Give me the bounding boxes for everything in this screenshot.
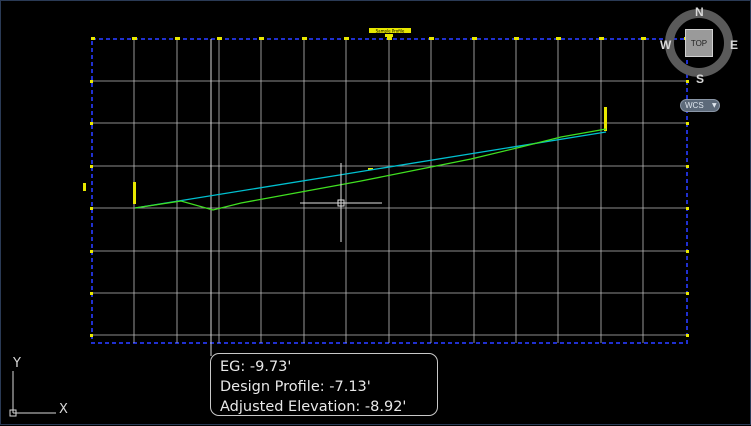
viewcube-top-face[interactable]: TOP bbox=[685, 29, 713, 57]
profile-frame bbox=[91, 38, 688, 344]
tooltip-adjusted-elevation: Adjusted Elevation: -8.92' bbox=[220, 399, 407, 415]
compass-north[interactable]: N bbox=[695, 5, 704, 19]
compass-south[interactable]: S bbox=[696, 72, 704, 86]
compass-west[interactable]: W bbox=[660, 38, 671, 52]
elevation-tooltip: EG: -9.73' Design Profile: -7.13' Adjust… bbox=[210, 353, 438, 416]
ucs-icon bbox=[9, 371, 56, 417]
side-elevation-markers bbox=[83, 80, 689, 337]
horizontal-grid-lines bbox=[92, 80, 687, 336]
ucs-y-label: Y bbox=[12, 356, 21, 371]
tooltip-design-profile: Design Profile: -7.13' bbox=[220, 379, 371, 395]
drawing-viewport[interactable]: Sample Profile Y X N S E W TOP WCS ▼ EG: bbox=[0, 0, 751, 425]
chevron-down-icon: ▼ bbox=[712, 102, 717, 109]
ucs-x-label: X bbox=[59, 402, 68, 417]
tooltip-eg: EG: -9.73' bbox=[220, 359, 292, 375]
wcs-label: WCS bbox=[685, 101, 704, 110]
crosshair-cursor bbox=[300, 163, 382, 242]
vertical-grid-lines bbox=[133, 39, 644, 343]
profile-subtitle-box bbox=[385, 34, 393, 37]
profile-title: Sample Profile bbox=[376, 29, 405, 34]
end-station-marker bbox=[604, 107, 607, 131]
compass-east[interactable]: E bbox=[730, 38, 738, 52]
start-station-marker bbox=[133, 182, 136, 204]
viewcube-top-label: TOP bbox=[690, 38, 708, 48]
